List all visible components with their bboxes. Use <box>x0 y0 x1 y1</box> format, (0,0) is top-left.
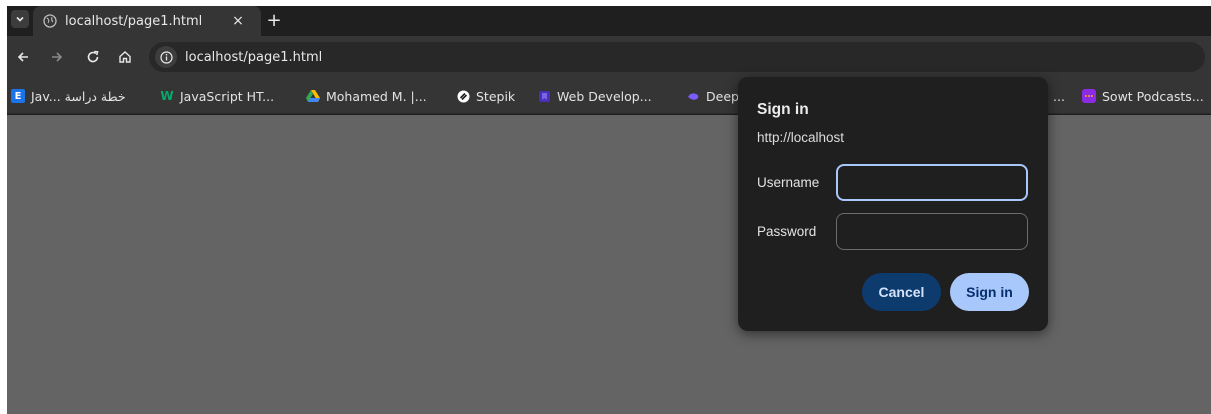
username-label: Username <box>757 175 820 190</box>
google-drive-icon <box>306 89 320 103</box>
tab-active[interactable]: localhost/page1.html × <box>33 6 261 36</box>
e-letter-icon: E <box>11 89 25 103</box>
bookmark-item[interactable]: Web Develop... <box>537 87 652 105</box>
tab-close-button[interactable]: × <box>229 12 247 30</box>
home-button[interactable] <box>115 47 135 67</box>
site-info-button[interactable] <box>155 46 177 68</box>
new-tab-button[interactable]: + <box>264 11 284 31</box>
bookmark-item[interactable]: ... <box>1053 87 1065 105</box>
globe-icon <box>43 14 57 28</box>
info-icon <box>159 50 173 64</box>
forward-arrow-icon <box>52 52 63 62</box>
bookmark-item[interactable]: Mohamed M. |... <box>306 87 427 105</box>
tab-title: localhost/page1.html <box>65 13 203 29</box>
dialog-origin: http://localhost <box>757 130 845 145</box>
tab-search-button[interactable] <box>11 10 29 28</box>
bookmark-label: Stepik <box>476 88 516 104</box>
tab-strip: localhost/page1.html × + <box>7 6 1211 36</box>
sowt-icon <box>1082 89 1096 103</box>
chevron-down-icon <box>16 16 24 22</box>
toolbar: localhost/page1.html <box>7 36 1211 78</box>
password-label: Password <box>757 224 817 239</box>
bookmark-label: Deep <box>706 88 739 104</box>
cancel-button[interactable]: Cancel <box>862 273 941 311</box>
reload-icon <box>87 50 99 63</box>
bookmark-icon <box>537 89 551 103</box>
back-button[interactable] <box>13 47 33 67</box>
browser-window: localhost/page1.html × + localhost/page1… <box>7 6 1211 414</box>
bookmark-label: Web Develop... <box>557 88 652 104</box>
sign-in-dialog: Sign in http://localhost Username Passwo… <box>738 77 1048 331</box>
w3schools-icon: W <box>160 89 174 103</box>
bookmark-item[interactable]: W JavaScript HT... <box>160 87 274 105</box>
bookmark-label: JavaScript HT... <box>180 88 275 104</box>
reload-button[interactable] <box>83 47 103 67</box>
username-field[interactable] <box>836 164 1028 201</box>
stepik-icon <box>456 89 470 103</box>
deepseek-icon <box>686 89 700 103</box>
back-arrow-icon <box>17 52 28 62</box>
bookmark-item[interactable]: Stepik <box>456 87 515 105</box>
password-field[interactable] <box>836 213 1028 250</box>
dialog-title: Sign in <box>757 101 809 118</box>
url-text: localhost/page1.html <box>185 49 323 65</box>
bookmark-label: ... <box>1053 88 1065 104</box>
bookmark-item[interactable]: E Jav... خطة دراسة <box>11 87 126 105</box>
bookmark-label: Jav... خطة دراسة <box>31 88 126 104</box>
bookmark-label: Sowt Podcasts... <box>1102 88 1204 104</box>
home-icon <box>119 51 131 63</box>
sign-in-button[interactable]: Sign in <box>950 273 1029 311</box>
address-bar[interactable]: localhost/page1.html <box>149 42 1205 72</box>
forward-button[interactable] <box>47 47 67 67</box>
bookmark-item[interactable]: Sowt Podcasts... <box>1082 87 1204 105</box>
bookmark-item[interactable]: Deep <box>686 87 739 105</box>
bookmark-label: Mohamed M. |... <box>326 88 427 104</box>
